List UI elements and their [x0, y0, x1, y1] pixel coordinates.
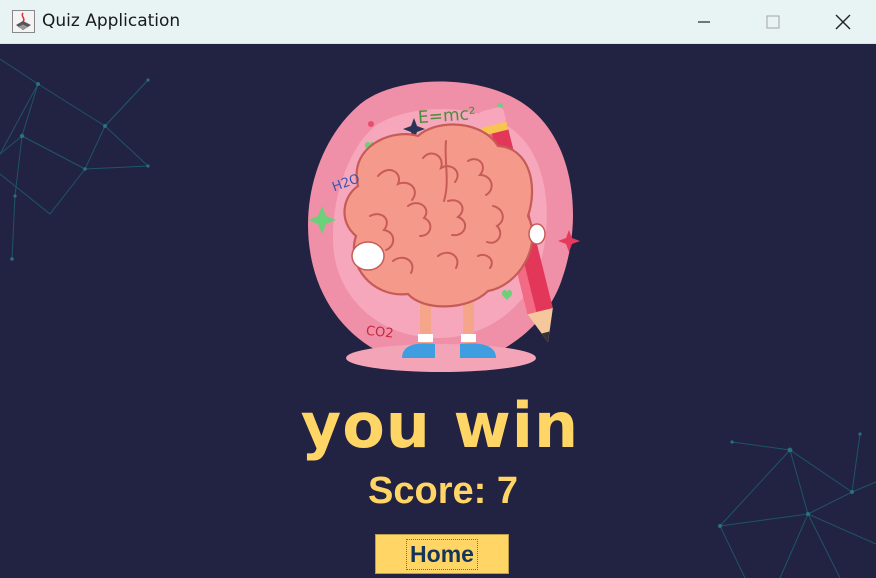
minimize-icon: [698, 21, 710, 23]
maximize-icon: [766, 15, 780, 29]
java-app-icon: [12, 10, 35, 33]
close-button[interactable]: [808, 0, 876, 44]
result-message: you win: [300, 389, 580, 462]
home-button-label: Home: [406, 538, 478, 570]
title-bar[interactable]: Quiz Application: [0, 0, 876, 44]
maximize-button[interactable]: [738, 0, 808, 44]
quiz-application-window: Quiz Application E=mc² H2O CO2 you win S…: [0, 0, 876, 578]
svg-text:CO2: CO2: [365, 324, 394, 342]
home-button[interactable]: Home: [375, 534, 509, 574]
score-text: Score: 7: [368, 470, 518, 512]
svg-text:E=mc²: E=mc²: [417, 104, 476, 128]
close-icon: [835, 14, 851, 30]
brain-illustration: E=mc² H2O CO2: [308, 81, 580, 372]
minimize-button[interactable]: [669, 0, 739, 44]
window-title: Quiz Application: [42, 11, 181, 31]
result-panel: E=mc² H2O CO2 you win Score: 7 Home: [0, 44, 876, 578]
